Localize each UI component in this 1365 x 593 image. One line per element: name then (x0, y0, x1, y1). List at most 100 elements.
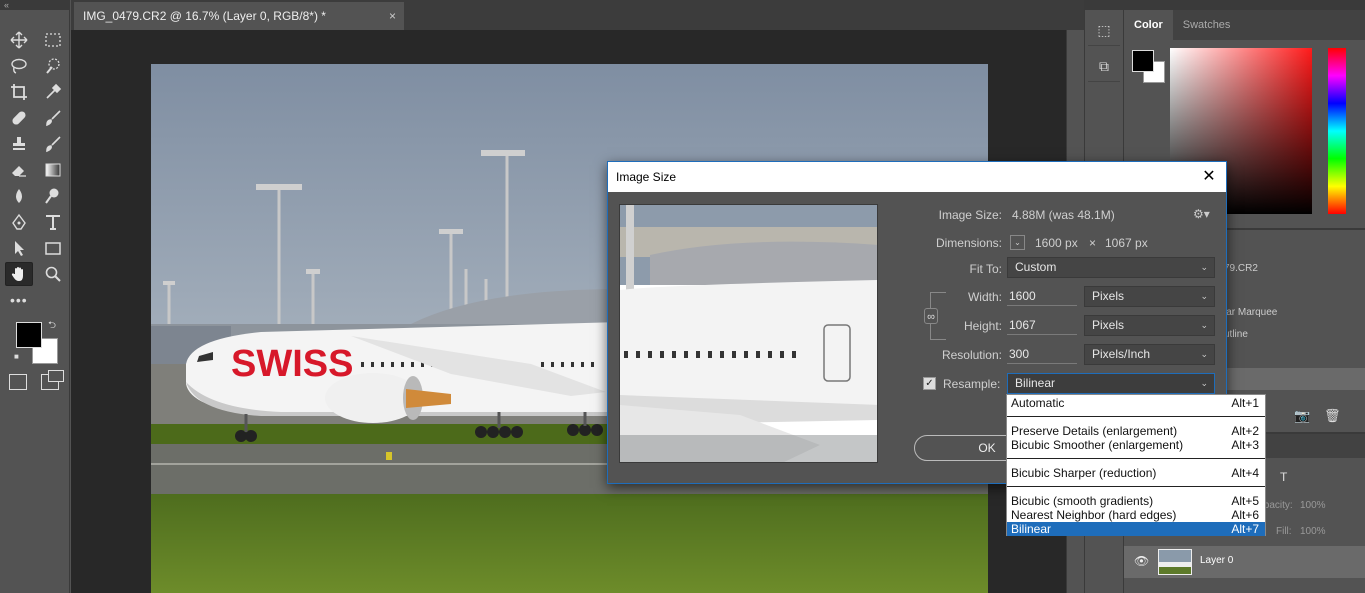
screen-mode-icon[interactable] (41, 370, 64, 390)
opacity-value[interactable]: 100% (1300, 500, 1326, 511)
menu-item-bicubic[interactable]: Bicubic (smooth gradients) Alt+5 (1007, 494, 1265, 508)
menu-item-bilinear[interactable]: Bilinear Alt+7 (1007, 522, 1265, 536)
crop-icon[interactable] (5, 80, 33, 104)
rectangle-icon[interactable] (39, 236, 67, 260)
tab-color[interactable]: Color (1124, 10, 1173, 40)
properties-panel-icon[interactable]: ⧉ (1088, 52, 1120, 82)
eyedropper-icon[interactable] (39, 80, 67, 104)
dimensions-unit-chevron-icon[interactable]: ⌄ (1010, 235, 1025, 250)
mode-buttons (9, 370, 64, 390)
color-panel-foreground[interactable] (1132, 50, 1154, 72)
hue-slider[interactable] (1328, 48, 1346, 214)
resample-menu: Automatic Alt+1 Preserve Details (enlarg… (1006, 394, 1266, 536)
height-label: Height: (963, 319, 1002, 333)
brush-icon[interactable] (39, 106, 67, 130)
toolbar-collapse-grip[interactable]: « (0, 0, 69, 10)
hand-icon[interactable] (5, 262, 33, 286)
dimensions-times: × (1089, 236, 1097, 250)
menu-item-label: Preserve Details (enlargement) (1011, 424, 1178, 438)
chevron-down-icon: ⌄ (1200, 291, 1208, 301)
fill-value[interactable]: 100% (1300, 526, 1326, 537)
quick-select-icon[interactable] (39, 54, 67, 78)
history-brush-icon[interactable] (39, 132, 67, 156)
menu-separator (1007, 458, 1265, 459)
close-tab-icon[interactable]: × (389, 2, 396, 30)
menu-item-label: Nearest Neighbor (hard edges) (1011, 508, 1177, 522)
resample-value: Bilinear (1015, 376, 1056, 390)
chevron-down-icon: ⌄ (1200, 349, 1208, 359)
image-preview[interactable] (619, 204, 878, 463)
width-unit-select[interactable]: Pixels ⌄ (1084, 286, 1215, 307)
menu-item-shortcut: Alt+3 (1231, 438, 1259, 452)
lasso-icon[interactable] (5, 54, 33, 78)
menu-item-shortcut: Alt+1 (1231, 396, 1259, 410)
width-label: Width: (967, 290, 1002, 304)
foreground-color[interactable] (16, 322, 42, 348)
photoshop-window: « ••• ⮌ ■ IMG_0479.CR2 @ 16.7% (Layer 0,… (0, 0, 1365, 593)
camera-icon[interactable]: 📷 (1294, 408, 1310, 424)
stamp-icon[interactable] (5, 132, 33, 156)
settings-gear-icon[interactable]: ⚙▾ (1193, 207, 1210, 221)
chevron-down-icon: ⌄ (1200, 262, 1208, 272)
menu-item-shortcut: Alt+5 (1231, 494, 1259, 508)
dimensions-width: 1600 px (1035, 236, 1078, 250)
more-tools-icon[interactable]: ••• (10, 292, 28, 308)
tools-panel: « ••• ⮌ ■ (0, 0, 70, 593)
menu-item-preserve-details[interactable]: Preserve Details (enlargement) Alt+2 (1007, 424, 1265, 438)
menu-item-bicubic-sharper[interactable]: Bicubic Sharper (reduction) Alt+4 (1007, 466, 1265, 480)
height-unit-select[interactable]: Pixels ⌄ (1084, 315, 1215, 336)
resolution-input[interactable]: 300 (1007, 344, 1077, 364)
menu-item-nearest-neighbor[interactable]: Nearest Neighbor (hard edges) Alt+6 (1007, 508, 1265, 522)
menu-item-shortcut: Alt+7 (1231, 522, 1259, 536)
marquee-icon[interactable] (39, 28, 67, 52)
fit-to-label: Fit To: (969, 262, 1002, 276)
type-filter-icon[interactable]: T (1280, 470, 1287, 484)
resolution-label: Resolution: (941, 348, 1002, 362)
document-tab[interactable]: IMG_0479.CR2 @ 16.7% (Layer 0, RGB/8*) *… (74, 2, 404, 30)
panels-grip[interactable] (1124, 0, 1365, 10)
resample-checkbox[interactable]: ✓ (923, 377, 936, 390)
menu-item-shortcut: Alt+2 (1231, 424, 1259, 438)
height-unit-value: Pixels (1092, 318, 1125, 332)
menu-item-automatic[interactable]: Automatic Alt+1 (1007, 396, 1265, 410)
menu-item-label: Bilinear (1011, 522, 1052, 536)
trash-icon[interactable]: 🗑 (1324, 408, 1341, 424)
resample-select[interactable]: Bilinear ⌄ (1007, 373, 1215, 394)
eye-icon[interactable]: 👁 (1134, 554, 1149, 568)
checkmark-icon: ✓ (925, 378, 934, 389)
dimensions-label: Dimensions: (935, 236, 1002, 250)
zoom-icon[interactable] (39, 262, 67, 286)
width-input[interactable]: 1600 (1007, 286, 1077, 306)
dialog-title: Image Size (616, 170, 677, 184)
menu-item-label: Bicubic (smooth gradients) (1011, 494, 1154, 508)
color-swatches: ⮌ ■ (14, 318, 60, 364)
menu-item-bicubic-smoother[interactable]: Bicubic Smoother (enlargement) Alt+3 (1007, 438, 1265, 452)
image-size-label: Image Size: (938, 208, 1002, 222)
healing-icon[interactable] (5, 106, 33, 130)
type-icon[interactable] (39, 210, 67, 234)
layer-thumbnail (1158, 549, 1192, 575)
resolution-unit-select[interactable]: Pixels/Inch ⌄ (1084, 344, 1215, 365)
strip-grip[interactable] (1085, 0, 1123, 10)
fit-to-select[interactable]: Custom ⌄ (1007, 257, 1215, 278)
tab-swatches[interactable]: Swatches (1173, 10, 1241, 40)
close-icon[interactable]: ✕ (1192, 162, 1226, 192)
default-colors-icon[interactable]: ■ (14, 352, 19, 361)
quick-mask-icon[interactable] (9, 374, 27, 390)
gradient-icon[interactable] (39, 158, 67, 182)
blur-icon[interactable] (5, 184, 33, 208)
dodge-icon[interactable] (39, 184, 67, 208)
menu-item-label: Bicubic Smoother (enlargement) (1011, 438, 1184, 452)
swap-colors-icon[interactable]: ⮌ (48, 318, 56, 335)
path-select-icon[interactable] (5, 236, 33, 260)
height-input[interactable]: 1067 (1007, 315, 1077, 335)
document-tab-title: IMG_0479.CR2 @ 16.7% (Layer 0, RGB/8*) * (83, 9, 326, 23)
layer-row[interactable]: 👁 Layer 0 (1124, 546, 1365, 578)
tool-grid (5, 28, 69, 288)
move-icon[interactable] (5, 28, 33, 52)
dimensions-height: 1067 px (1105, 236, 1148, 250)
pen-icon[interactable] (5, 210, 33, 234)
eraser-icon[interactable] (5, 158, 33, 182)
3d-panel-icon[interactable]: ⬚ (1088, 16, 1120, 46)
dialog-titlebar[interactable]: Image Size ✕ (608, 162, 1226, 192)
